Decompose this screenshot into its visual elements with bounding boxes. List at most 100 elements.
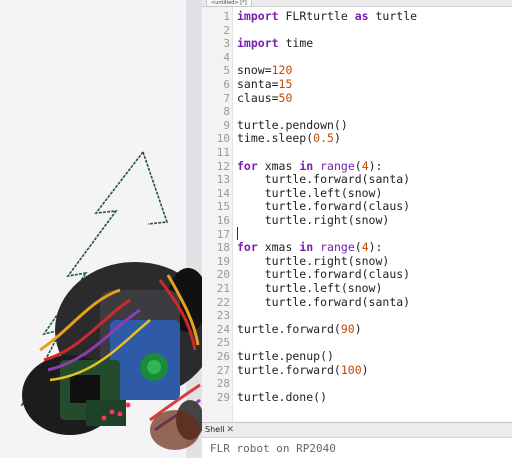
code-line[interactable]: for xmas in range(4):	[237, 158, 383, 174]
code-token: turtle.penup()	[237, 349, 334, 363]
code-token: 50	[278, 90, 293, 105]
line-number: 8	[223, 105, 230, 119]
code-line[interactable]: turtle.forward(100)	[237, 362, 369, 378]
editor-tab-bar: <untitled> [*]	[202, 0, 512, 7]
line-number: 17	[216, 227, 230, 241]
line-number-gutter: 1 2 3 4 5 6 7 8 9 10 11 12 13 14 15 16 17 18 19 20 21 22 23 24 2…	[202, 7, 233, 424]
code-line[interactable]: turtle.right(snow)	[237, 253, 390, 269]
code-line[interactable]: turtle.left(snow)	[237, 186, 383, 201]
line-number: 3	[223, 37, 230, 51]
code-token: )	[333, 131, 341, 146]
line-number: 22	[216, 295, 230, 309]
code-line[interactable]: turtle.right(snow)	[237, 213, 390, 228]
line-number: 4	[223, 50, 230, 64]
code-line[interactable]: claus=50	[237, 90, 293, 106]
code-line[interactable]: turtle.left(snow)	[237, 281, 383, 296]
code-token: time	[278, 36, 314, 51]
code-token: turtle.pendown()	[237, 117, 348, 132]
line-number: 24	[216, 322, 230, 336]
line-number: 1	[223, 10, 230, 23]
code-token: turtle.forward(claus)	[237, 199, 411, 214]
code-line[interactable]: turtle.pendown()	[237, 117, 348, 133]
code-line[interactable]: snow=120	[237, 64, 292, 78]
text-cursor	[237, 227, 238, 240]
code-token: turtle.right(snow)	[237, 213, 390, 227]
code-token: ):	[368, 158, 383, 173]
line-number: 12	[216, 159, 230, 173]
code-token: 15	[278, 77, 293, 91]
shell-output: FLR robot on RP2040	[210, 442, 336, 455]
code-token: turtle.done()	[237, 389, 328, 404]
code-token: turtle.forward(santa)	[237, 172, 411, 187]
line-number: 25	[216, 336, 230, 350]
code-editor[interactable]: <untitled> [*] 1 2 3 4 5 6 7 8 9 10 11 12 13 14 15 16 17…	[202, 0, 512, 424]
code-line[interactable]: import time	[237, 36, 314, 51]
code-token: for	[237, 158, 258, 173]
line-number: 21	[216, 282, 230, 295]
close-icon[interactable]: ✕	[227, 425, 235, 435]
code-line[interactable]: santa=15	[237, 77, 293, 92]
robot-drawing-image	[0, 0, 202, 458]
code-token: 100	[340, 362, 362, 377]
code-line[interactable]: turtle.done()	[237, 389, 328, 405]
code-token: ):	[368, 240, 383, 255]
code-token: turtle.forward(	[237, 362, 341, 377]
line-number: 15	[216, 200, 230, 214]
line-number: 14	[216, 186, 230, 200]
code-token: turtle	[368, 9, 418, 23]
robot-photo	[0, 0, 202, 458]
line-number: 18	[216, 241, 230, 255]
code-token: (	[354, 240, 362, 255]
code-token: )	[361, 362, 369, 377]
line-number: 5	[223, 64, 230, 78]
code-token: 0.5	[313, 131, 334, 146]
code-token: as	[354, 9, 369, 23]
tab-shell[interactable]: Shell ✕	[205, 425, 234, 435]
code-token: 120	[271, 63, 293, 78]
line-number: 23	[216, 309, 230, 323]
code-token: claus=	[237, 90, 279, 105]
code-token: xmas	[257, 240, 300, 255]
line-number: 29	[216, 390, 230, 404]
shell-panel[interactable]: Shell ✕ FLR robot on RP2040	[202, 422, 512, 459]
code-token: in	[299, 158, 314, 173]
shell-tab-label: Shell	[205, 425, 225, 434]
code-line[interactable]: import FLRturtle as turtle	[237, 9, 418, 24]
code-line[interactable]: turtle.forward(claus)	[237, 268, 410, 282]
code-token: (	[354, 158, 362, 173]
code-token: in	[299, 240, 314, 255]
code-token: for	[237, 240, 258, 255]
code-line[interactable]: turtle.forward(santa)	[237, 172, 411, 187]
code-token: range	[320, 240, 355, 255]
code-token: import	[237, 36, 279, 51]
line-number: 20	[216, 268, 230, 282]
line-number: 27	[216, 363, 230, 377]
line-number: 2	[223, 23, 230, 37]
code-line[interactable]: turtle.penup()	[237, 349, 334, 364]
tab-untitled[interactable]: <untitled> [*]	[206, 0, 252, 7]
line-number: 26	[216, 350, 230, 363]
line-number: 10	[216, 132, 230, 146]
code-line[interactable]: turtle.forward(90)	[237, 321, 362, 337]
code-line[interactable]: turtle.forward(santa)	[237, 295, 410, 310]
line-number: 16	[216, 214, 230, 227]
code-token: 90	[340, 321, 355, 336]
line-number: 28	[216, 377, 230, 391]
code-token: snow=	[237, 63, 272, 78]
code-token: turtle.right(snow)	[237, 253, 390, 268]
code-line[interactable]: for xmas in range(4):	[237, 240, 383, 255]
code-token: time.sleep(	[237, 131, 314, 146]
code-token: turtle.left(snow)	[237, 281, 383, 295]
code-token: turtle.forward(	[237, 321, 341, 336]
code-line[interactable]: time.sleep(0.5)	[237, 132, 341, 146]
code-token: FLRturtle	[278, 9, 355, 23]
code-token: santa=	[237, 77, 279, 91]
code-token: turtle.forward(claus)	[237, 267, 411, 282]
code-token: xmas	[257, 158, 300, 173]
line-number: 19	[216, 254, 230, 268]
code-line[interactable]: turtle.forward(claus)	[237, 200, 410, 214]
code-token: 4	[361, 240, 369, 255]
shell-tab-bar: Shell ✕	[202, 423, 512, 438]
code-token: range	[320, 158, 355, 173]
code-token: 4	[361, 158, 369, 173]
